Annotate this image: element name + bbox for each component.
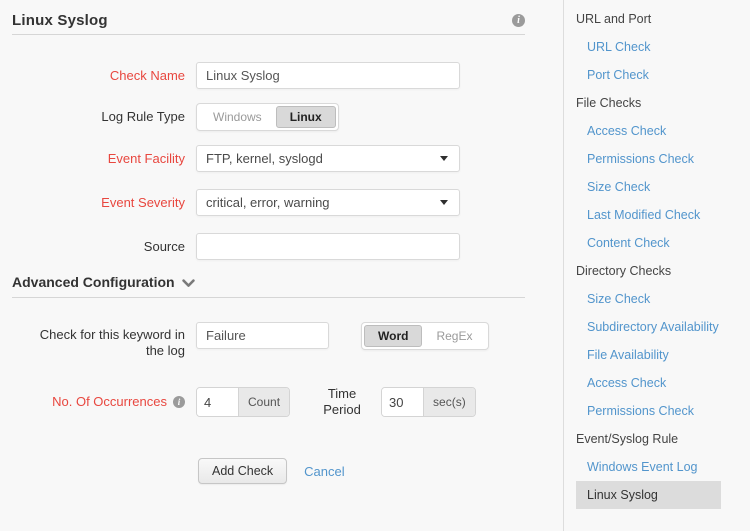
cancel-link[interactable]: Cancel <box>304 464 344 479</box>
toggle-option-linux[interactable]: Linux <box>276 106 336 128</box>
time-period-input[interactable] <box>382 388 423 416</box>
chevron-down-icon <box>440 156 448 161</box>
chevron-down-icon <box>182 279 195 288</box>
occurrence-count-input[interactable] <box>197 388 238 416</box>
sidebar-item-directory-permissions-check[interactable]: Permissions Check <box>576 397 750 425</box>
page: Linux Syslog i Check Name Log Rule Type … <box>0 0 750 531</box>
time-period-group: sec(s) <box>381 387 476 417</box>
source-label: Source <box>12 239 185 255</box>
form-header: Linux Syslog i <box>12 12 525 35</box>
sidebar-item-directory-size-check[interactable]: Size Check <box>576 285 750 313</box>
event-severity-label: Event Severity <box>12 195 185 211</box>
sidebar-item-port-check[interactable]: Port Check <box>576 61 750 89</box>
check-name-label: Check Name <box>12 68 185 84</box>
sidebar-item-windows-event-log[interactable]: Windows Event Log <box>576 453 750 481</box>
keyword-label-line1: Check for this keyword in <box>40 327 185 342</box>
info-icon[interactable]: i <box>173 396 185 408</box>
sidebar-group-file-checks: File Checks <box>576 89 750 117</box>
log-rule-type-toggle: Windows Linux <box>196 103 339 131</box>
time-label-line2: Period <box>323 402 361 417</box>
sidebar-item-url-check[interactable]: URL Check <box>576 33 750 61</box>
add-check-button[interactable]: Add Check <box>198 458 287 484</box>
page-title: Linux Syslog <box>12 12 108 29</box>
sidebar-item-file-availability[interactable]: File Availability <box>576 341 750 369</box>
count-suffix-label: Count <box>238 388 289 416</box>
toggle-option-windows[interactable]: Windows <box>199 106 276 128</box>
event-facility-value: FTP, kernel, syslogd <box>206 151 323 166</box>
event-severity-row: Event Severity critical, error, warning <box>12 189 525 216</box>
source-input[interactable] <box>196 233 460 260</box>
form-actions: Add Check Cancel <box>198 458 525 484</box>
time-period-label: Time Period <box>313 386 371 418</box>
event-facility-select[interactable]: FTP, kernel, syslogd <box>196 145 460 172</box>
source-row: Source <box>12 233 525 260</box>
sidebar-group-directory-checks: Directory Checks <box>576 257 750 285</box>
occurrences-row: No. Of Occurrences i Count Time Period s… <box>12 386 525 418</box>
sidebar-group-event-syslog-rule: Event/Syslog Rule <box>576 425 750 453</box>
time-label-line1: Time <box>328 386 356 401</box>
sidebar-item-directory-access-check[interactable]: Access Check <box>576 369 750 397</box>
sidebar-item-subdirectory-availability[interactable]: Subdirectory Availability <box>576 313 750 341</box>
keyword-label-line2: the log <box>146 343 185 358</box>
sidebar-item-file-size-check[interactable]: Size Check <box>576 173 750 201</box>
check-name-row: Check Name <box>12 62 525 89</box>
check-name-input[interactable] <box>196 62 460 89</box>
occurrence-count-group: Count <box>196 387 290 417</box>
seconds-suffix-label: sec(s) <box>423 388 475 416</box>
occurrences-label: No. Of Occurrences <box>52 394 167 410</box>
sidebar-item-last-modified-check[interactable]: Last Modified Check <box>576 201 750 229</box>
check-form-panel: Linux Syslog i Check Name Log Rule Type … <box>0 0 563 531</box>
event-severity-select[interactable]: critical, error, warning <box>196 189 460 216</box>
info-icon[interactable]: i <box>512 14 525 27</box>
check-types-sidebar: URL and Port URL Check Port Check File C… <box>563 0 750 531</box>
log-rule-type-row: Log Rule Type Windows Linux <box>12 103 525 131</box>
event-facility-label: Event Facility <box>12 151 185 167</box>
event-severity-value: critical, error, warning <box>206 195 330 210</box>
keyword-input[interactable] <box>196 322 329 349</box>
chevron-down-icon <box>440 200 448 205</box>
sidebar-group-url-and-port: URL and Port <box>576 5 750 33</box>
sidebar-item-file-access-check[interactable]: Access Check <box>576 117 750 145</box>
sidebar-item-file-permissions-check[interactable]: Permissions Check <box>576 145 750 173</box>
advanced-configuration-title: Advanced Configuration <box>12 274 175 290</box>
keyword-row: Check for this keyword in the log Word R… <box>12 322 525 359</box>
toggle-option-word[interactable]: Word <box>364 325 422 347</box>
sidebar-item-linux-syslog[interactable]: Linux Syslog <box>576 481 721 509</box>
sidebar-item-content-check[interactable]: Content Check <box>576 229 750 257</box>
log-rule-type-label: Log Rule Type <box>12 109 185 125</box>
keyword-match-toggle: Word RegEx <box>361 322 489 350</box>
keyword-label: Check for this keyword in the log <box>12 322 185 359</box>
occurrences-label-wrap: No. Of Occurrences i <box>12 394 185 410</box>
event-facility-row: Event Facility FTP, kernel, syslogd <box>12 145 525 172</box>
advanced-configuration-header[interactable]: Advanced Configuration <box>12 274 525 298</box>
toggle-option-regex[interactable]: RegEx <box>422 325 486 347</box>
